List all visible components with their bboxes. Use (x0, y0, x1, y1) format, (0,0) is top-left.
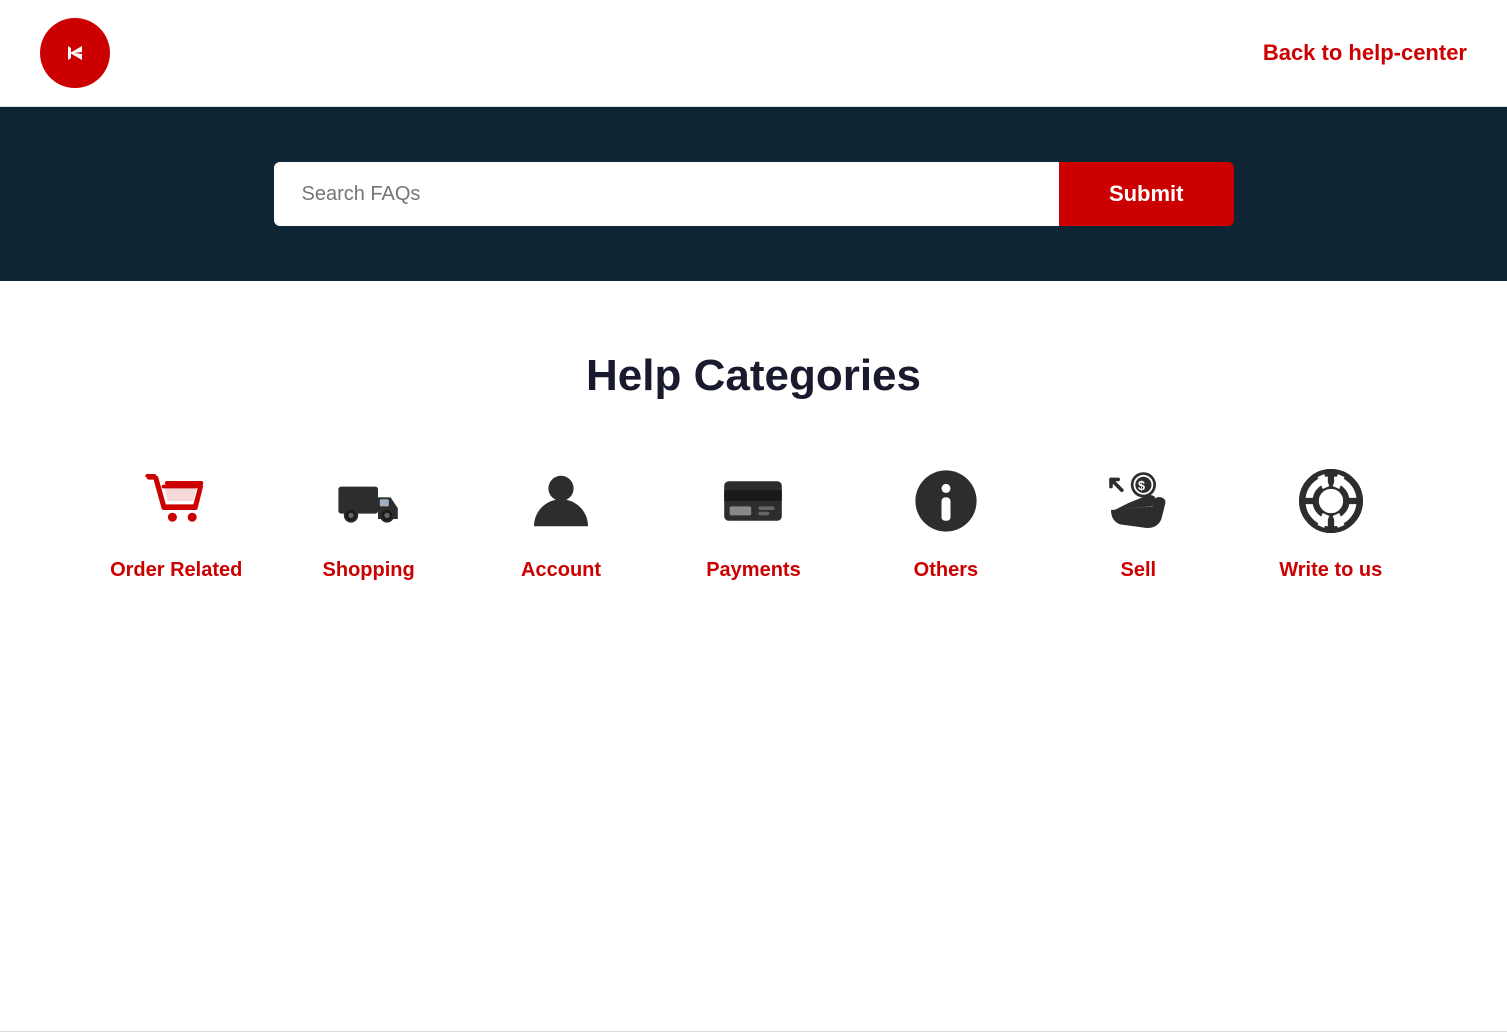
categories-section: Help Categories Order Related (0, 281, 1507, 662)
cart-icon (136, 461, 216, 541)
category-item-shopping[interactable]: Shopping (289, 461, 449, 582)
person-icon (521, 461, 601, 541)
categories-title: Help Categories (80, 351, 1427, 401)
categories-grid: Order Related Shopping (80, 461, 1427, 582)
category-label-payments: Payments (706, 559, 801, 582)
category-label-others: Others (914, 559, 978, 582)
back-to-help-center-link[interactable]: Back to help-center (1263, 40, 1467, 66)
category-label-account: Account (521, 559, 601, 582)
search-input[interactable] (274, 162, 1059, 226)
truck-icon (329, 461, 409, 541)
info-icon (906, 461, 986, 541)
submit-button[interactable]: Submit (1059, 162, 1234, 226)
svg-text:$: $ (1138, 479, 1145, 493)
category-item-payments[interactable]: Payments (673, 461, 833, 582)
category-label-shopping: Shopping (323, 559, 415, 582)
card-icon (713, 461, 793, 541)
search-banner: Submit (0, 107, 1507, 281)
lifesaver-icon (1291, 461, 1371, 541)
category-label-sell: Sell (1121, 559, 1157, 582)
logo[interactable] (40, 18, 110, 88)
category-label-write-to-us: Write to us (1279, 559, 1382, 582)
category-item-account[interactable]: Account (481, 461, 641, 582)
category-item-others[interactable]: Others (866, 461, 1026, 582)
category-item-order-related[interactable]: Order Related (96, 461, 256, 582)
category-item-sell[interactable]: $ Sell (1058, 461, 1218, 582)
header: Back to help-center (0, 0, 1507, 107)
sell-icon: $ (1098, 461, 1178, 541)
search-form: Submit (274, 162, 1234, 226)
category-item-write-to-us[interactable]: Write to us (1251, 461, 1411, 582)
category-label-order-related: Order Related (110, 559, 242, 582)
